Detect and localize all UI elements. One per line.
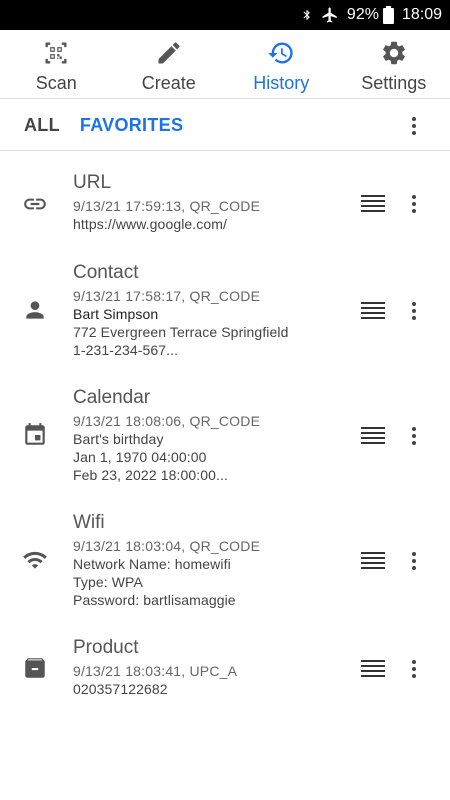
calendar-icon	[22, 422, 48, 448]
lines-icon	[361, 302, 385, 319]
bluetooth-icon	[301, 6, 313, 24]
history-item-wifi[interactable]: Wifi 9/13/21 18:03:04, QR_CODE Network N…	[0, 512, 450, 612]
history-item-type: Contact	[73, 262, 139, 283]
more-options-button[interactable]	[400, 112, 428, 140]
battery-percent: 92%	[346, 6, 379, 23]
filter-all[interactable]: ALL	[24, 115, 60, 136]
history-item-meta: 9/13/21 18:08:06, QR_CODE	[73, 413, 261, 429]
more-vert-icon	[412, 302, 416, 320]
history-item-content: Bart Simpson	[73, 306, 159, 322]
more-vert-icon	[412, 552, 416, 570]
gear-icon	[382, 41, 405, 65]
history-item-type: Wifi	[73, 512, 105, 533]
details-button[interactable]	[360, 192, 388, 216]
details-button[interactable]	[360, 424, 388, 448]
item-more-button[interactable]	[400, 655, 428, 683]
history-item-content: Password: bartlisamaggie	[73, 592, 236, 608]
status-bar: 92% 18:09	[0, 0, 450, 30]
history-item-content: 1-231-234-567...	[73, 342, 179, 358]
history-item-content: Jan 1, 1970 04:00:00	[73, 449, 207, 465]
item-more-button[interactable]	[400, 547, 428, 575]
battery-icon	[382, 6, 394, 24]
clock: 18:09	[401, 6, 442, 23]
details-button[interactable]	[360, 657, 388, 681]
more-vert-icon	[412, 117, 416, 135]
details-button[interactable]	[360, 299, 388, 323]
person-icon	[22, 297, 48, 323]
history-item-type: Product	[73, 637, 139, 658]
tab-scan-label: Scan	[35, 73, 77, 93]
history-icon	[268, 42, 293, 64]
history-item-meta: 9/13/21 18:03:41, UPC_A	[73, 663, 238, 679]
details-button[interactable]	[360, 549, 388, 573]
history-item-meta: 9/13/21 17:59:13, QR_CODE	[73, 198, 261, 214]
history-item-type: URL	[73, 172, 112, 193]
history-item-product[interactable]: Product 9/13/21 18:03:41, UPC_A 02035712…	[0, 637, 450, 707]
history-item-content: Feb 23, 2022 18:00:00...	[73, 467, 228, 483]
wifi-icon	[22, 547, 48, 573]
airplane-mode-icon	[321, 6, 339, 24]
history-item-text: Contact 9/13/21 17:58:17, QR_CODE Bart S…	[73, 262, 343, 359]
history-item-content: 772 Evergreen Terrace Springfield	[73, 324, 289, 340]
tab-settings[interactable]: Settings	[338, 30, 450, 98]
tab-scan[interactable]: Scan	[0, 30, 113, 98]
item-more-button[interactable]	[400, 422, 428, 450]
history-item-content: Bart's birthday	[73, 431, 164, 447]
tab-settings-label: Settings	[361, 73, 427, 93]
history-item-content: Network Name: homewifi	[73, 556, 231, 572]
history-item-calendar[interactable]: Calendar 9/13/21 18:08:06, QR_CODE Bart'…	[0, 387, 450, 487]
link-icon	[22, 191, 48, 217]
item-more-button[interactable]	[400, 297, 428, 325]
more-vert-icon	[412, 660, 416, 678]
history-item-content: 020357122682	[73, 681, 168, 697]
history-item-meta: 9/13/21 17:58:17, QR_CODE	[73, 288, 261, 304]
pencil-icon	[158, 42, 180, 64]
history-item-text: Calendar 9/13/21 18:08:06, QR_CODE Bart'…	[73, 387, 343, 484]
more-vert-icon	[412, 427, 416, 445]
history-item-content: https://www.google.com/	[73, 216, 228, 232]
item-more-button[interactable]	[400, 190, 428, 218]
tab-create-label: Create	[141, 73, 196, 93]
filter-favorites[interactable]: FAVORITES	[80, 115, 183, 136]
history-item-text: Product 9/13/21 18:03:41, UPC_A 02035712…	[73, 637, 343, 698]
history-item-text: Wifi 9/13/21 18:03:04, QR_CODE Network N…	[73, 512, 343, 609]
more-vert-icon	[412, 195, 416, 213]
tab-create[interactable]: Create	[113, 30, 226, 98]
lines-icon	[361, 427, 385, 444]
history-item-type: Calendar	[73, 387, 151, 408]
lines-icon	[361, 660, 385, 677]
history-item-content: Type: WPA	[73, 574, 143, 590]
lines-icon	[361, 195, 385, 212]
archive-box-icon	[22, 655, 48, 681]
top-navigation: Scan Create History Settings	[0, 30, 450, 99]
filter-bar: ALL FAVORITES	[0, 100, 450, 151]
qr-scan-icon	[45, 42, 67, 64]
history-item-url[interactable]: URL 9/13/21 17:59:13, QR_CODE https://ww…	[0, 172, 450, 242]
tab-history-label: History	[253, 73, 310, 93]
history-item-text: URL 9/13/21 17:59:13, QR_CODE https://ww…	[73, 172, 343, 233]
history-item-contact[interactable]: Contact 9/13/21 17:58:17, QR_CODE Bart S…	[0, 262, 450, 362]
lines-icon	[361, 552, 385, 569]
tab-history[interactable]: History	[225, 30, 338, 98]
history-item-meta: 9/13/21 18:03:04, QR_CODE	[73, 538, 261, 554]
